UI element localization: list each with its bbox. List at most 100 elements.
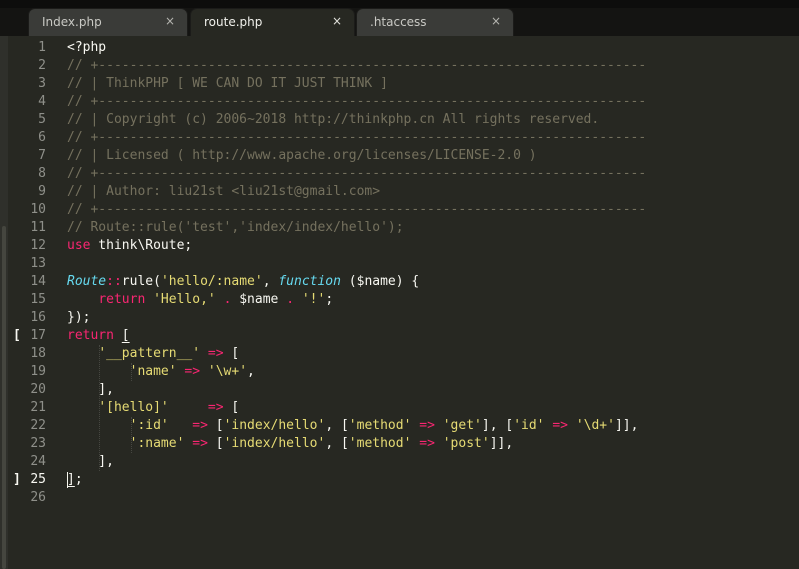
code-token: => bbox=[192, 418, 208, 433]
code-token: ]], bbox=[489, 436, 514, 451]
code-token: :: bbox=[106, 274, 122, 289]
code-token: 'id' bbox=[513, 418, 545, 433]
code-token: ; bbox=[325, 292, 334, 307]
code-line[interactable]: }); bbox=[67, 309, 90, 327]
tab-label: Index.php bbox=[42, 15, 102, 29]
code-line[interactable]: use think\Route; bbox=[67, 237, 192, 255]
code-line[interactable]: // | Licensed ( http://www.apache.org/li… bbox=[67, 147, 537, 165]
tab-htaccess[interactable]: .htaccess × bbox=[356, 8, 514, 36]
code-token: ( bbox=[340, 274, 357, 289]
code-token: 'method' bbox=[348, 418, 412, 433]
code-token: ) { bbox=[395, 274, 420, 289]
code-editor[interactable]: 1 2 3 4 5 6 7 8 9 10 11 12 13 14 15 16 17 18 19 20 21 22 23 24 2… bbox=[0, 36, 799, 569]
code-token: , bbox=[247, 364, 255, 379]
code-line[interactable]: // +------------------------------------… bbox=[67, 201, 646, 219]
line-number: 20 bbox=[30, 382, 46, 397]
text-caret bbox=[67, 472, 68, 488]
code-line[interactable]: // +------------------------------------… bbox=[67, 129, 646, 147]
code-area[interactable]: <?php // +-------------------------------… bbox=[67, 36, 797, 569]
code-token: [ bbox=[121, 328, 130, 343]
code-line[interactable]: // | Copyright (c) 2006~2018 http://thin… bbox=[67, 111, 599, 129]
line-number: 16 bbox=[30, 310, 46, 325]
line-number: 12 bbox=[30, 238, 46, 253]
line-number: 14 bbox=[30, 274, 46, 289]
code-token: 'Hello,' bbox=[153, 292, 216, 307]
code-token: => bbox=[419, 436, 435, 451]
left-scrollbar-track[interactable] bbox=[0, 36, 8, 569]
code-token: <?php bbox=[67, 40, 107, 55]
code-line[interactable]: ':id' => ['index/hello', ['method' => 'g… bbox=[67, 417, 639, 435]
code-line[interactable]: 'name' => '\w+', bbox=[67, 363, 255, 381]
code-line[interactable]: ':name' => ['index/hello', ['method' => … bbox=[67, 435, 514, 453]
code-token: ':id' bbox=[129, 418, 169, 433]
code-token: '!' bbox=[301, 292, 326, 307]
code-line[interactable]: // | Author: liu21st <liu21st@gmail.com> bbox=[67, 183, 380, 201]
close-icon[interactable]: × bbox=[491, 14, 501, 28]
line-number: 6 bbox=[38, 130, 46, 145]
code-token: => bbox=[419, 418, 435, 433]
close-icon[interactable]: × bbox=[165, 14, 175, 28]
code-token: ], bbox=[67, 382, 114, 397]
code-token: , [ bbox=[325, 436, 349, 451]
code-token: // | ThinkPHP [ WE CAN DO IT JUST THINK … bbox=[67, 76, 388, 91]
bracket-match-marker: ] bbox=[13, 472, 21, 487]
line-number: 5 bbox=[38, 112, 46, 127]
left-scrollbar-thumb[interactable] bbox=[2, 226, 6, 569]
code-token: ; bbox=[74, 472, 83, 487]
line-number: 1 bbox=[38, 40, 46, 55]
code-token: 'get' bbox=[442, 418, 482, 433]
code-line[interactable]: // Route::rule('test','index/index/hello… bbox=[67, 219, 404, 237]
code-line[interactable]: // +------------------------------------… bbox=[67, 93, 646, 111]
code-token: . bbox=[286, 292, 295, 307]
tab-bar: Index.php × route.php × .htaccess × bbox=[0, 0, 799, 36]
code-token: // +------------------------------------… bbox=[67, 166, 647, 181]
line-number: 18 bbox=[30, 346, 46, 361]
line-number: 15 bbox=[30, 292, 46, 307]
tab-index-php[interactable]: Index.php × bbox=[28, 8, 188, 36]
code-line[interactable]: return [ bbox=[67, 327, 130, 345]
code-token: '[hello]' bbox=[98, 400, 169, 415]
code-line[interactable]: '[hello]' => [ bbox=[67, 399, 239, 417]
code-token: 'method' bbox=[348, 436, 412, 451]
code-line[interactable]: ], bbox=[67, 381, 114, 399]
tab-route-php[interactable]: route.php × bbox=[190, 8, 355, 36]
code-token: return bbox=[67, 328, 114, 343]
tab-bar-top-strip bbox=[0, 0, 799, 8]
code-token: }); bbox=[67, 310, 91, 325]
code-token: [ bbox=[223, 346, 240, 361]
code-token: , bbox=[262, 274, 279, 289]
line-number: 19 bbox=[30, 364, 46, 379]
code-token: // | Copyright (c) 2006~2018 http://thin… bbox=[67, 112, 600, 127]
code-token: => bbox=[207, 346, 224, 361]
code-line[interactable]: ]; bbox=[67, 471, 83, 489]
code-token: ]], bbox=[614, 418, 639, 433]
code-token: [ bbox=[223, 400, 240, 415]
code-line[interactable]: Route::rule('hello/:name', function ($na… bbox=[67, 273, 419, 291]
editor-window: Index.php × route.php × .htaccess × 1234… bbox=[0, 0, 799, 569]
line-number: 11 bbox=[30, 220, 46, 235]
code-token: // | Licensed ( http://www.apache.org/li… bbox=[67, 148, 537, 163]
code-token: , [ bbox=[325, 418, 349, 433]
line-number: 22 bbox=[30, 418, 46, 433]
code-line[interactable]: // +------------------------------------… bbox=[67, 57, 646, 75]
line-number: 26 bbox=[30, 490, 46, 505]
line-number: 9 bbox=[38, 184, 46, 199]
code-line[interactable]: return 'Hello,' . $name . '!'; bbox=[67, 291, 333, 309]
code-token: => bbox=[192, 436, 208, 451]
code-token: $name bbox=[231, 292, 287, 307]
bracket-match-marker: [ bbox=[13, 328, 21, 343]
code-line[interactable]: ], bbox=[67, 453, 114, 471]
code-token: // +------------------------------------… bbox=[67, 94, 647, 109]
code-line[interactable]: // +------------------------------------… bbox=[67, 165, 646, 183]
code-line[interactable]: '__pattern__' => [ bbox=[67, 345, 239, 363]
close-icon[interactable]: × bbox=[332, 14, 342, 28]
code-line[interactable]: <?php bbox=[67, 39, 106, 57]
code-line[interactable]: // | ThinkPHP [ WE CAN DO IT JUST THINK … bbox=[67, 75, 388, 93]
